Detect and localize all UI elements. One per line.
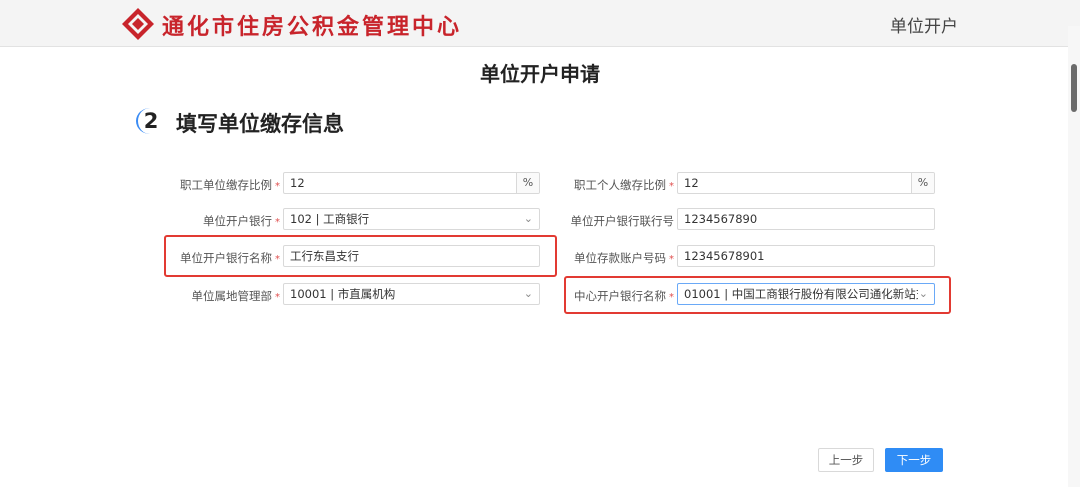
next-step-button[interactable]: 下一步 — [885, 448, 943, 472]
deposit-account-input[interactable]: 12345678901 — [677, 245, 935, 267]
brand-name: 通化市住房公积金管理中心 — [162, 14, 463, 40]
bank-name-input[interactable]: 工行东昌支行 — [283, 245, 540, 267]
unit-ratio-label: 职工单位缴存比例 * — [180, 178, 280, 192]
open-bank-select[interactable]: 102 | 工商银行 ⌄ — [283, 208, 540, 230]
person-ratio-label: 职工个人缴存比例 * — [574, 178, 674, 192]
center-bank-label: 中心开户银行名称 * — [574, 289, 674, 303]
bank-code-label: 单位开户银行联行号 — [570, 214, 675, 228]
chevron-down-icon: ⌄ — [918, 287, 928, 300]
center-bank-select[interactable]: 01001 | 中国工商银行股份有限公司通化新站支行 ⌄ — [677, 283, 935, 305]
required-mark: * — [275, 254, 280, 265]
required-mark: * — [275, 292, 280, 303]
required-mark: * — [669, 254, 674, 265]
required-mark: * — [669, 292, 674, 303]
chevron-down-icon: ⌄ — [523, 212, 533, 225]
management-dept-select[interactable]: 10001 | 市直属机构 ⌄ — [283, 283, 540, 305]
required-mark: * — [275, 181, 280, 192]
header-page-name: 单位开户 — [890, 17, 958, 37]
bank-name-label: 单位开户银行名称 * — [180, 251, 280, 265]
bank-code-input[interactable]: 1234567890 — [677, 208, 935, 230]
deposit-account-label: 单位存款账户号码 * — [574, 251, 674, 265]
section-title: 填写单位缴存信息 — [176, 112, 344, 136]
scrollbar[interactable] — [1068, 26, 1080, 487]
chevron-down-icon: ⌄ — [523, 287, 533, 300]
page-title: 单位开户申请 — [480, 62, 600, 86]
step-number: 2 — [136, 108, 164, 134]
management-dept-label: 单位属地管理部 * — [191, 289, 281, 303]
person-ratio-input[interactable]: 12 % — [677, 172, 935, 194]
header-bar: 通化市住房公积金管理中心 单位开户 — [0, 0, 1080, 47]
required-mark: * — [669, 181, 674, 192]
housing-fund-logo-icon — [122, 8, 154, 40]
required-mark: * — [275, 217, 280, 228]
prev-step-button[interactable]: 上一步 — [818, 448, 874, 472]
unit-ratio-input[interactable]: 12 % — [283, 172, 540, 194]
open-bank-label: 单位开户银行 * — [203, 214, 280, 228]
percent-suffix: % — [516, 173, 539, 193]
percent-suffix: % — [911, 173, 934, 193]
